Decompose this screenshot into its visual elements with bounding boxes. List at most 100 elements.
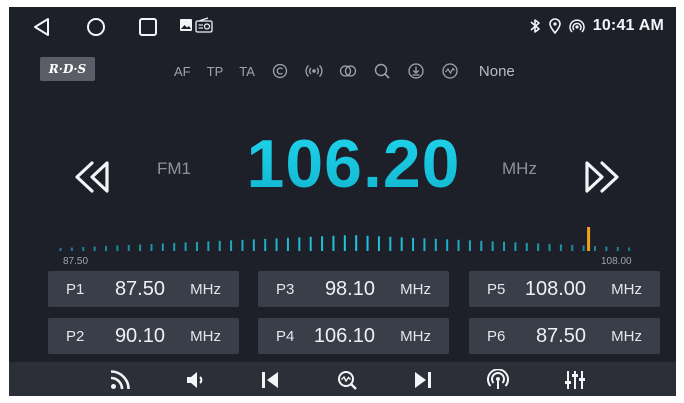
download-icon[interactable] (407, 62, 425, 80)
frequency-unit: MHz (502, 159, 537, 178)
scale-tick (491, 241, 494, 251)
preset-frequency: 87.50 (114, 278, 165, 300)
scale-tick (241, 239, 244, 251)
bottom-toolbar (9, 362, 676, 396)
scale-tick (423, 238, 426, 251)
seek-back-icon[interactable] (69, 155, 117, 199)
preset-frequency: 87.50 (535, 325, 586, 347)
rds-ta[interactable]: TA (239, 64, 255, 79)
scale-tick (173, 242, 176, 251)
preset-unit: MHz (190, 281, 221, 298)
preset-unit: MHz (611, 328, 642, 345)
scale-tick (286, 237, 289, 251)
preset-unit: MHz (190, 328, 221, 345)
preset-unit: MHz (400, 281, 431, 298)
scale-max-label: 108.00 (601, 256, 632, 267)
volume-icon[interactable] (185, 369, 207, 391)
preset-number: P5 (487, 281, 506, 298)
scale-tick (582, 245, 585, 251)
scale-tick (59, 248, 62, 251)
preset-number: P2 (66, 328, 85, 345)
scale-tick (503, 241, 506, 251)
rss-icon[interactable] (109, 369, 131, 391)
rds-badge[interactable]: R·D·S (40, 57, 95, 81)
prev-station-icon[interactable] (259, 369, 281, 391)
scale-tick (264, 238, 267, 251)
scale-tick (571, 244, 574, 251)
scale-tick (218, 240, 221, 251)
scale-tick (195, 241, 198, 251)
preset-frequency: 90.10 (114, 325, 165, 347)
scale-tick (559, 244, 562, 251)
scale-tick (389, 236, 392, 251)
scale-tick (150, 243, 153, 251)
scale-tick (366, 235, 369, 251)
bluetooth-icon (530, 19, 540, 33)
scale-tick (400, 237, 403, 251)
scale-tick (412, 237, 415, 251)
scale-tick (70, 247, 73, 251)
preset-button-p3[interactable]: P3 98.10 MHz (258, 271, 449, 307)
status-bar: 10:41 AM (9, 7, 676, 47)
clock: 10:41 AM (592, 17, 664, 34)
scale-tick (116, 245, 119, 251)
rds-af[interactable]: AF (174, 64, 191, 79)
preset-frequency: 98.10 (324, 278, 375, 300)
tuning-marker[interactable] (587, 227, 591, 251)
scale-tick (594, 245, 597, 251)
equalizer-icon[interactable] (564, 369, 586, 391)
scale-tick (161, 243, 164, 251)
radio-screen: 10:41 AM R·D·S AF TP TA None FM1 106.20 … (9, 7, 676, 396)
tuning-scale[interactable] (59, 223, 639, 253)
scale-tick (207, 241, 210, 251)
scan-icon[interactable] (336, 369, 358, 391)
gallery-icon (180, 19, 192, 31)
scale-tick (446, 239, 449, 251)
preset-button-p4[interactable]: P4 106.10 MHz (258, 318, 449, 354)
search-icon[interactable] (373, 62, 391, 80)
preset-button-p1[interactable]: P1 87.50 MHz (48, 271, 239, 307)
back-icon[interactable] (31, 16, 53, 38)
eon-icon[interactable] (271, 62, 289, 80)
preset-button-p2[interactable]: P2 90.10 MHz (48, 318, 239, 354)
scale-tick (104, 245, 107, 251)
scale-tick (605, 246, 608, 251)
scale-tick (343, 235, 346, 251)
rds-options: AF TP TA None (174, 61, 515, 81)
scale-tick (321, 236, 324, 251)
scale-tick (139, 244, 142, 251)
broadcast-icon[interactable] (305, 62, 323, 80)
frequency-display: 106.20 (231, 125, 476, 203)
antenna-icon[interactable] (487, 369, 509, 391)
preset-button-p5[interactable]: P5 108.00 MHz (469, 271, 660, 307)
scale-tick (628, 247, 631, 251)
status-indicators: 10:41 AM (529, 17, 664, 35)
preset-frequency: 108.00 (524, 278, 586, 300)
scale-tick (457, 239, 460, 251)
scale-tick (377, 236, 380, 251)
scale-tick (93, 246, 96, 251)
scale-tick (298, 237, 301, 251)
home-icon[interactable] (85, 16, 107, 38)
scale-tick (514, 242, 517, 251)
rds-pty-value[interactable]: None (479, 63, 515, 80)
seek-forward-icon[interactable] (577, 155, 625, 199)
stereo-icon[interactable] (339, 62, 357, 80)
scale-tick (434, 238, 437, 251)
scale-min-label: 87.50 (63, 256, 89, 267)
scale-tick (468, 240, 471, 251)
preset-number: P1 (66, 281, 85, 298)
scale-tick (355, 235, 358, 251)
band-label[interactable]: FM1 (157, 159, 191, 179)
preset-button-p6[interactable]: P6 87.50 MHz (469, 318, 660, 354)
next-station-icon[interactable] (412, 369, 434, 391)
scale-tick (332, 235, 335, 251)
scale-tick (480, 240, 483, 251)
preset-frequency: 106.10 (313, 325, 375, 347)
scale-tick (82, 246, 85, 251)
rds-tp[interactable]: TP (207, 64, 224, 79)
preset-unit: MHz (611, 281, 642, 298)
scale-tick (548, 243, 551, 251)
signal-icon[interactable] (441, 62, 459, 80)
recents-icon[interactable] (137, 16, 159, 38)
